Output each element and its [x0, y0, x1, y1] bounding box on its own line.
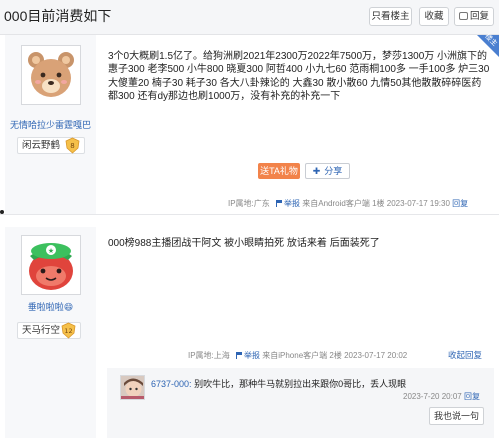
bullet-dot	[0, 210, 4, 214]
user-badge[interactable]: 天马行空 12	[17, 322, 81, 339]
plus-icon: ✚	[312, 166, 321, 176]
post-time: 2023-07-17 20:02	[344, 351, 408, 360]
post-meta: IP属地:上海 举报 来自iPhone客户端 2楼 2023-07-17 20:…	[188, 350, 407, 361]
report-link[interactable]: 举报	[284, 199, 300, 208]
client-source: 来自Android客户端	[302, 199, 370, 208]
collapse-replies-link[interactable]: 收起回复	[448, 349, 482, 361]
sub-reply-user[interactable]: 6737-000:	[151, 379, 192, 389]
post-content: 3个0大概刷1.5亿了。给狗洲刷2021年2300万2022年7500万，梦莎1…	[108, 51, 490, 103]
author-name[interactable]: 垂啦啦啦😄	[5, 300, 96, 313]
client-source: 来自iPhone客户端	[262, 351, 328, 360]
sub-reply-text: 6737-000: 别吹牛比，那种牛马就别拉出来跟你0哥比，丢人现眼	[151, 377, 406, 390]
ip-location: IP属地:上海	[188, 351, 230, 360]
report-link[interactable]: 举报	[244, 351, 260, 360]
post-content: 000榜988主播团战干阿文 被小眼睛拍死 放话来着 后面装死了	[108, 238, 380, 249]
author-sidebar: ★ 垂啦啦啦😄 天马行空 12	[5, 227, 96, 438]
badge-label: 闲云野鹤	[22, 140, 61, 151]
report-flag-icon	[236, 352, 243, 359]
bear-avatar-icon	[28, 52, 74, 97]
svg-text:★: ★	[48, 247, 54, 255]
send-gift-button[interactable]: 送TA礼物	[258, 163, 300, 179]
reply-link[interactable]: 回复	[452, 199, 468, 208]
sub-reply-meta: 2023-7-20 20:07 回复	[403, 391, 480, 402]
user-badge[interactable]: 闲云野鹤 8	[17, 137, 85, 154]
level-shield-icon: 12	[61, 322, 76, 339]
author-sidebar: 无情哈拉少雷霆嘎巴 闲云野鹤 8	[5, 35, 96, 214]
floor-number: 1楼	[372, 199, 385, 208]
level-shield-icon: 8	[65, 137, 80, 154]
level-number: 12	[64, 327, 72, 335]
reply-button[interactable]: 回复	[454, 7, 494, 26]
sub-reply-reply-link[interactable]: 回复	[464, 392, 480, 401]
level-number: 8	[70, 142, 74, 150]
reply-icon	[458, 12, 468, 20]
sub-reply-box: 6737-000: 别吹牛比，那种牛马就别拉出来跟你0哥比，丢人现眼 2023-…	[107, 368, 494, 438]
thread-title: 000目前消费如下	[4, 8, 112, 24]
post-floor-1: 无情哈拉少雷霆嘎巴 闲云野鹤 8 楼主 3个0大概刷1.5亿了。给狗洲刷2021…	[0, 33, 499, 215]
only-op-button[interactable]: 只看楼主	[369, 7, 412, 26]
share-label: 分享	[324, 166, 343, 176]
character-avatar-icon	[121, 376, 144, 399]
post-time: 2023-07-17 19:30	[386, 199, 450, 208]
badge-label: 天马行空	[22, 325, 61, 336]
avatar[interactable]	[21, 45, 81, 105]
say-something-button[interactable]: 我也说一句	[429, 407, 484, 425]
avatar[interactable]: ★	[21, 235, 81, 295]
sub-reply-content: 别吹牛比，那种牛马就别拉出来跟你0哥比，丢人现眼	[194, 379, 407, 389]
favorite-button[interactable]: 收藏	[419, 7, 449, 26]
floor-number: 2楼	[329, 351, 342, 360]
tomato-avatar-icon: ★	[29, 243, 73, 290]
author-name[interactable]: 无情哈拉少雷霆嘎巴	[5, 118, 96, 131]
sub-reply-avatar[interactable]	[120, 375, 145, 400]
report-flag-icon	[276, 200, 283, 207]
post-floor-2: ★ 垂啦啦啦😄 天马行空 12 000榜988主播团战干阿文 被小眼睛拍死 放话…	[0, 227, 499, 438]
reply-button-label: 回复	[469, 11, 489, 22]
ip-location: IP属地:广东	[228, 199, 270, 208]
sub-reply-time: 2023-7-20 20:07	[403, 392, 462, 401]
post-meta: IP属地:广东 举报 来自Android客户端 1楼 2023-07-17 19…	[228, 198, 468, 209]
thread-header: 000目前消费如下 只看楼主 收藏 回复	[0, 0, 499, 35]
share-button[interactable]: ✚ 分享	[305, 163, 350, 179]
